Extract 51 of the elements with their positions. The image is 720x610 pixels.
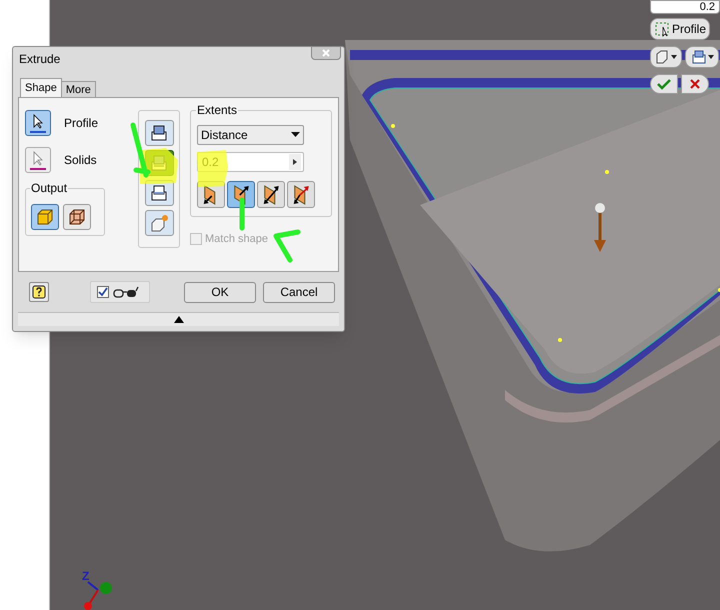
cross-button[interactable] (681, 74, 709, 94)
flipped-direction-icon (232, 184, 250, 204)
selector-label: Solids (64, 152, 97, 169)
annotation-stroke (240, 198, 244, 230)
asymmetric-direction-button[interactable] (287, 181, 315, 208)
preview-checkbox[interactable] (97, 286, 109, 298)
tab[interactable]: Shape (20, 78, 62, 97)
solid-output-button[interactable] (31, 204, 59, 230)
checkbox-label: Match shape (205, 232, 268, 247)
dropdown-caret-icon (291, 132, 300, 138)
cross-icon (689, 78, 701, 90)
close-button[interactable] (311, 46, 341, 60)
annotation-stroke (274, 230, 300, 262)
ok-button[interactable]: OK (184, 282, 256, 302)
tab[interactable]: More (62, 81, 96, 97)
extents-dropdown[interactable]: Distance (197, 125, 304, 145)
help-icon (32, 285, 46, 299)
group-label: Extents (196, 103, 238, 117)
checkmark-button[interactable] (650, 74, 678, 94)
solids-selector-icon (27, 149, 49, 171)
glasses-icon (113, 286, 139, 298)
profile-select-icon (654, 21, 670, 37)
join-operation-button[interactable] (144, 120, 174, 146)
flipped-direction-button[interactable] (227, 181, 255, 208)
expand-triangle-icon (174, 316, 184, 323)
checkmark-icon (657, 78, 671, 90)
solids-selector-button[interactable] (25, 147, 51, 173)
axis-label: Z (82, 570, 90, 582)
operation-dropdown-button[interactable] (685, 46, 719, 68)
symmetric-direction-button[interactable] (257, 181, 285, 208)
cancel-button[interactable]: Cancel (263, 282, 335, 302)
highlight-mark (140, 148, 178, 184)
group-label: Output (30, 181, 68, 195)
annotation-stroke (130, 122, 150, 178)
operation-dropdown-icon (690, 50, 714, 64)
asymmetric-direction-icon (292, 184, 310, 204)
highlight-mark (197, 150, 228, 187)
profile-selector-button[interactable] (25, 110, 51, 136)
direction-arrow-drawing (594, 203, 606, 252)
output-dropdown-button[interactable] (650, 46, 682, 68)
value-field[interactable]: 0.2 (650, 0, 720, 14)
close-icon (322, 49, 330, 57)
selector-label: Profile (64, 115, 98, 132)
profile-button[interactable]: Profile (650, 18, 710, 40)
dialog-title: Extrude (19, 51, 60, 68)
profile-selector-icon (27, 112, 49, 134)
arrow-right-icon (289, 154, 301, 170)
symmetric-direction-icon (262, 184, 280, 204)
help-button[interactable] (29, 282, 49, 302)
surface-output-button[interactable] (63, 204, 91, 230)
output-dropdown-icon (654, 50, 678, 64)
